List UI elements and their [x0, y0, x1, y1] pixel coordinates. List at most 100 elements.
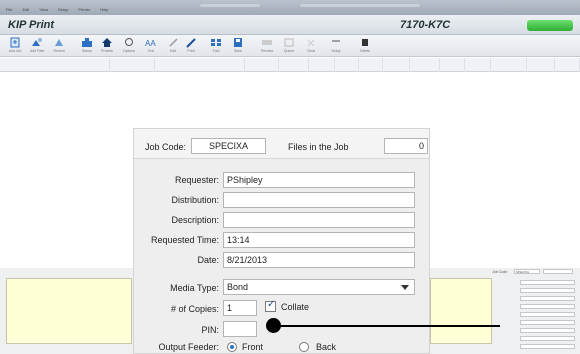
presets-icon [102, 38, 112, 47]
recent-icon [55, 39, 63, 46]
collate-checkbox[interactable] [265, 299, 276, 312]
chevron-down-icon [401, 285, 409, 290]
delete-icon [362, 39, 368, 46]
menu-items: File Edit View Setup Printer Help [0, 0, 580, 12]
job-code-label: Job Code: [145, 142, 187, 152]
front-label: Front [242, 342, 264, 352]
toolbar-add-job-button[interactable]: Add Job [4, 37, 26, 53]
distribution-field[interactable] [223, 192, 415, 208]
description-label: Description: [171, 215, 219, 225]
toolbar-fold-button[interactable]: Fold [205, 37, 227, 53]
column-header[interactable] [491, 58, 527, 72]
requester-label: Requester: [174, 175, 219, 185]
window-title-blur [200, 4, 260, 7]
clear-icon [307, 39, 315, 47]
column-header[interactable] [0, 58, 110, 72]
column-header[interactable] [155, 58, 245, 72]
column-header[interactable] [335, 58, 359, 72]
options-icon [125, 38, 133, 46]
toolbar-recent-button[interactable]: Recent [48, 37, 70, 53]
queue-icon [284, 38, 294, 47]
setup-icon [332, 40, 340, 42]
mini-description-field[interactable] [520, 296, 575, 301]
menu-help[interactable]: Help [100, 7, 108, 12]
toolbar-text-button[interactable]: AA Text [140, 37, 162, 53]
preview-icon [262, 40, 272, 45]
menu-bar: File Edit View Setup Printer Help [0, 0, 580, 15]
media-type-select[interactable]: Bond [223, 279, 415, 295]
copies-field[interactable]: 1 [223, 300, 257, 316]
media-type-label: Media Type: [170, 283, 219, 293]
right-preview-panel [430, 278, 492, 344]
mini-date-field[interactable] [520, 312, 575, 317]
print-button[interactable] [527, 20, 573, 31]
printer-model: 7170-K7C [400, 19, 451, 31]
front-radio[interactable] [227, 342, 237, 352]
stamp-icon [82, 38, 92, 47]
menu-file[interactable]: File [6, 7, 12, 12]
mini-media-field[interactable] [520, 320, 575, 325]
column-header[interactable] [410, 58, 440, 72]
mini-pin-field[interactable] [520, 336, 575, 341]
pin-field[interactable] [223, 321, 257, 337]
mini-job-code-field[interactable]: SPECIXA [514, 269, 540, 274]
files-count-field: 0 [384, 138, 428, 154]
mini-job-code-label: Job Code: [492, 270, 508, 274]
toolbar-queue-button[interactable]: Queue [278, 37, 300, 53]
column-header[interactable] [279, 58, 309, 72]
window-title-blur [300, 4, 420, 7]
column-header[interactable] [465, 58, 491, 72]
toolbar-stamp-button[interactable]: Stamp [76, 37, 98, 53]
description-field[interactable] [223, 212, 415, 228]
job-properties-dialog: Job Code: SPECIXA Files in the Job 0 Req… [133, 128, 430, 354]
distribution-label: Distribution: [171, 195, 219, 205]
menu-setup[interactable]: Setup [58, 7, 68, 12]
toolbar-clear-button[interactable]: Clear [300, 37, 322, 53]
date-field[interactable]: 8/21/2013 [223, 252, 415, 268]
pen-icon [186, 38, 196, 48]
fold-icon [211, 39, 221, 46]
mini-requester-field[interactable] [520, 280, 575, 285]
pin-label: PIN: [201, 325, 219, 335]
job-list-header [0, 58, 580, 72]
preview-panel [6, 278, 132, 344]
mini-distribution-field[interactable] [520, 288, 575, 293]
mini-files-field[interactable] [543, 269, 573, 274]
column-header[interactable] [555, 58, 580, 72]
toolbar-print-button[interactable]: Print [180, 37, 202, 53]
column-header[interactable] [359, 58, 383, 72]
mini-time-field[interactable] [520, 304, 575, 309]
mini-copies-field[interactable] [520, 328, 575, 333]
requested-time-field[interactable]: 13:14 [223, 232, 415, 248]
files-in-job-label: Files in the Job [288, 142, 349, 152]
svg-text:AA: AA [145, 39, 156, 48]
column-header[interactable] [110, 58, 155, 72]
back-radio[interactable] [299, 342, 309, 352]
menu-printer[interactable]: Printer [78, 7, 90, 12]
job-code-field[interactable]: SPECIXA [191, 138, 266, 154]
column-header[interactable] [245, 58, 279, 72]
column-header[interactable] [440, 58, 465, 72]
column-header[interactable] [527, 58, 555, 72]
menu-edit[interactable]: Edit [22, 7, 29, 12]
toolbar-options-button[interactable]: Options [118, 37, 140, 53]
mini-output-field[interactable] [520, 344, 575, 349]
callout-line [274, 325, 500, 327]
app-header: KIP Print 7170-K7C [0, 15, 580, 35]
toolbar-add-files-button[interactable]: Add Files [26, 37, 48, 53]
toolbar-presets-button[interactable]: Presets [96, 37, 118, 53]
copies-label: # of Copies: [170, 304, 219, 314]
toolbar-setup-button[interactable]: Setup [325, 37, 347, 53]
toolbar-delete-button[interactable]: Delete [354, 37, 376, 53]
text-icon: AA [145, 39, 156, 48]
column-header[interactable] [383, 58, 410, 72]
date-label: Date: [197, 255, 219, 265]
column-header[interactable] [309, 58, 335, 72]
menu-view[interactable]: View [39, 7, 48, 12]
edit-icon [169, 38, 178, 47]
toolbar-preview-button[interactable]: Preview [256, 37, 278, 53]
output-feeder-label: Output Feeder: [158, 342, 219, 352]
toolbar-save-button[interactable]: Save [227, 37, 249, 53]
media-type-value: Bond [227, 282, 249, 292]
requester-field[interactable]: PShipley [223, 172, 415, 188]
